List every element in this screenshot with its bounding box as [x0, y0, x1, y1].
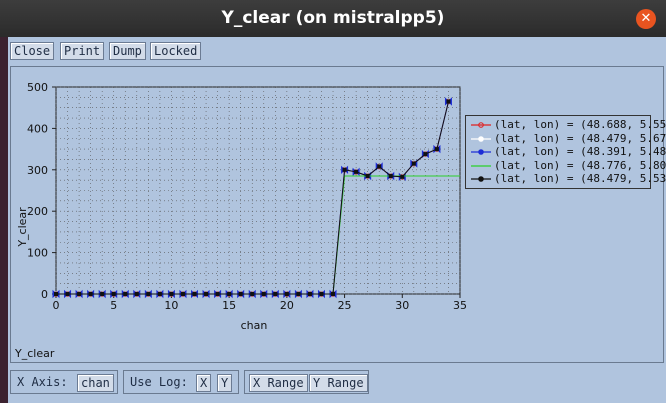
series-point [192, 292, 197, 296]
log-x-toggle[interactable]: X [196, 374, 212, 392]
range-group: X Range Y Range [244, 370, 369, 394]
line-chart: Y_clear chan Y_clear 0 5 10 15 20 25 30 3501002… [14, 81, 467, 360]
series-point [365, 174, 370, 179]
x-tick-label: 30 [395, 299, 409, 312]
x-tick-label: 20 [280, 299, 294, 312]
series-point [319, 292, 324, 296]
series-point [100, 292, 105, 296]
x-axis-label-text: X Axis: [17, 375, 68, 389]
y-range-button[interactable]: Y Range [309, 374, 368, 392]
x-range-button[interactable]: X Range [249, 374, 308, 392]
series-point [331, 292, 336, 296]
legend-label: (lat, lon) = (48.479, 5.537) [494, 172, 666, 185]
y-tick-label: 500 [27, 81, 48, 94]
plot-window: Y_clear (on mistralpp5) ✕ Close Print Du… [0, 0, 666, 403]
legend-swatch [471, 164, 491, 167]
series-point [400, 174, 405, 179]
x-tick-label: 25 [338, 299, 352, 312]
series-point [411, 161, 416, 166]
legend-label: (lat, lon) = (48.688, 5.554) [494, 118, 666, 131]
series-line [56, 101, 449, 295]
log-y-toggle[interactable]: Y [217, 374, 233, 392]
series-point [296, 292, 301, 296]
x-tick-label: 10 [164, 299, 178, 312]
close-window-icon[interactable]: ✕ [636, 9, 656, 29]
series-point [434, 147, 439, 152]
series-point [342, 167, 347, 172]
series-point [238, 292, 243, 296]
client-area: Close Print Dump Locked Y_clear chan Y_c… [8, 37, 666, 403]
series-point [446, 99, 451, 104]
legend-label: (lat, lon) = (48.776, 5.809) [494, 158, 666, 172]
series-point [123, 292, 128, 296]
series-line [56, 101, 449, 295]
y-tick-label: 0 [41, 288, 48, 301]
series-point [77, 292, 82, 296]
window-title: Y_clear (on mistralpp5) [221, 8, 445, 28]
series-point [250, 292, 255, 296]
x-axis-select[interactable]: chan [77, 374, 114, 392]
series-point [169, 292, 174, 296]
x-tick-label: 0 [53, 299, 60, 312]
close-button[interactable]: Close [10, 42, 55, 60]
legend-label: (lat, lon) = (48.391, 5.486) [494, 145, 666, 158]
y-tick-label: 100 [27, 247, 48, 260]
legend-swatch [471, 149, 491, 155]
series-point [261, 292, 266, 296]
use-log-group: Use Log: X Y [123, 370, 239, 394]
print-button[interactable]: Print [60, 42, 105, 60]
series-point [307, 292, 312, 296]
legend-item: (lat, lon) = (48.776, 5.809) [466, 159, 666, 172]
series-point [284, 292, 289, 296]
y-tick-label: 300 [27, 164, 48, 177]
locked-button[interactable]: Locked [150, 42, 202, 60]
y-tick-label: 400 [27, 122, 48, 135]
legend-item: (lat, lon) = (48.479, 5.673) [466, 132, 666, 145]
x-axis-group: X Axis: chan [10, 370, 118, 394]
series-point [88, 292, 93, 296]
series-point [134, 292, 139, 296]
series-point [273, 292, 278, 296]
legend-swatch [471, 122, 491, 128]
plot-area[interactable]: Y_clear chan Y_clear 0 5 10 15 20 25 30 35 0 100 2… [10, 66, 666, 363]
use-log-label: Use Log: [130, 375, 188, 389]
title-bar[interactable]: Y_clear (on mistralpp5) ✕ [0, 0, 666, 37]
series-line [56, 101, 449, 295]
x-tick-label: 15 [222, 299, 236, 312]
dump-button[interactable]: Dump [109, 42, 146, 60]
series-point [204, 292, 209, 296]
legend-label: (lat, lon) = (48.479, 5.673) [494, 131, 666, 145]
series-point [227, 292, 232, 296]
series-point [377, 164, 382, 169]
legend-swatch [471, 176, 491, 182]
x-axis-label: chan [241, 319, 268, 332]
series-point [65, 292, 70, 296]
legend: (lat, lon) = (48.688, 5.554) (lat, lon) =… [465, 115, 666, 189]
series-point [54, 292, 58, 296]
series-point [423, 152, 428, 157]
series-point [354, 169, 359, 174]
series-line [56, 101, 449, 295]
series-line [56, 175, 460, 295]
series-point [180, 292, 185, 296]
series-point [388, 174, 393, 179]
legend-item: (lat, lon) = (48.391, 5.486) [466, 146, 666, 158]
series-point [215, 292, 220, 296]
series-point [146, 292, 151, 296]
series-point [111, 292, 116, 296]
plot-bottom-label: Y_clear [14, 347, 55, 360]
x-tick-label: 35 [453, 299, 467, 312]
legend-swatch [471, 135, 491, 142]
y-tick-label: 200 [27, 205, 48, 218]
legend-item: (lat, lon) = (48.479, 5.537) [466, 173, 666, 185]
x-tick-label: 5 [110, 299, 117, 312]
series-point [157, 292, 162, 296]
legend-item: (lat, lon) = (48.688, 5.554) [466, 119, 666, 131]
